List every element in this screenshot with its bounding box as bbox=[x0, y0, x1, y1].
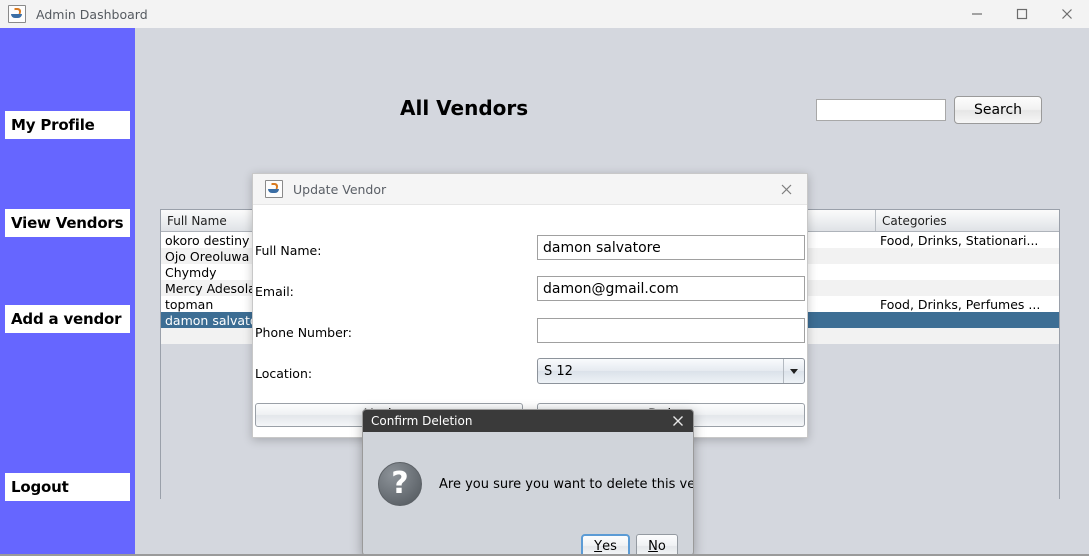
close-icon[interactable] bbox=[765, 174, 807, 204]
maximize-icon[interactable] bbox=[999, 0, 1044, 28]
confirm-deletion-dialog: Confirm Deletion ? Are you sure you want… bbox=[362, 409, 694, 556]
sidebar-item-label: Add a vendor bbox=[11, 310, 122, 328]
update-dialog-title: Update Vendor bbox=[293, 181, 387, 197]
cell-categories bbox=[876, 248, 1059, 264]
update-dialog-titlebar: Update Vendor bbox=[253, 174, 807, 205]
phone-number-field[interactable] bbox=[537, 318, 805, 343]
confirm-dialog-message: Are you sure you want to delete this ven… bbox=[439, 477, 693, 492]
java-coffee-cup-icon bbox=[265, 180, 283, 198]
full-name-label: Full Name: bbox=[255, 243, 322, 258]
location-label: Location: bbox=[255, 366, 313, 381]
cell-categories bbox=[876, 312, 1059, 328]
java-coffee-cup-icon bbox=[8, 5, 26, 23]
window-controls bbox=[954, 0, 1089, 28]
close-icon[interactable] bbox=[1044, 0, 1089, 28]
location-dropdown[interactable]: S 12 bbox=[537, 358, 805, 384]
column-header-categories[interactable]: Categories bbox=[876, 210, 1059, 231]
yes-button-label: es bbox=[602, 538, 617, 554]
app-window: Admin Dashboard My Profile View Vendors … bbox=[0, 0, 1089, 556]
no-button-mnemonic: N bbox=[648, 538, 658, 554]
location-selected-value: S 12 bbox=[544, 363, 573, 379]
full-name-field[interactable] bbox=[537, 235, 805, 260]
confirm-dialog-title: Confirm Deletion bbox=[371, 414, 473, 428]
phone-number-label: Phone Number: bbox=[255, 325, 352, 340]
confirm-dialog-body: ? Are you sure you want to delete this v… bbox=[363, 432, 693, 555]
sidebar: My Profile View Vendors Add a vendor Log… bbox=[0, 28, 135, 556]
email-field[interactable] bbox=[537, 276, 805, 301]
minimize-icon[interactable] bbox=[954, 0, 999, 28]
search-input[interactable] bbox=[816, 99, 946, 121]
update-dialog-body: Full Name: Email: Phone Number: Location… bbox=[253, 205, 807, 438]
sidebar-item-my-profile[interactable]: My Profile bbox=[5, 111, 130, 139]
sidebar-item-view-vendors[interactable]: View Vendors bbox=[5, 209, 130, 237]
no-button[interactable]: No bbox=[636, 534, 678, 555]
cell-categories: Food, Drinks, Perfumes ... bbox=[880, 296, 1041, 312]
close-icon[interactable] bbox=[667, 410, 689, 432]
cell-categories bbox=[876, 280, 1059, 296]
yes-button[interactable]: Yes bbox=[581, 534, 630, 555]
window-title: Admin Dashboard bbox=[36, 6, 148, 22]
yes-button-mnemonic: Y bbox=[594, 538, 603, 554]
no-button-label: o bbox=[657, 538, 666, 554]
window-titlebar: Admin Dashboard bbox=[0, 0, 1089, 29]
email-label: Email: bbox=[255, 284, 294, 299]
question-mark-icon: ? bbox=[378, 462, 422, 506]
cell-categories bbox=[876, 264, 1059, 280]
sidebar-item-logout[interactable]: Logout bbox=[5, 473, 130, 501]
search-button[interactable]: Search bbox=[954, 96, 1042, 124]
sidebar-item-label: My Profile bbox=[11, 116, 95, 134]
cell-categories: Food, Drinks, Stationari... bbox=[880, 232, 1039, 248]
sidebar-item-label: View Vendors bbox=[11, 214, 124, 232]
chevron-down-icon[interactable] bbox=[783, 359, 804, 383]
update-vendor-dialog: Update Vendor Full Name: Email: Phone Nu… bbox=[252, 173, 808, 438]
page-title: All Vendors bbox=[400, 96, 529, 120]
sidebar-item-label: Logout bbox=[11, 478, 69, 496]
sidebar-item-add-a-vendor[interactable]: Add a vendor bbox=[5, 305, 130, 333]
confirm-dialog-titlebar: Confirm Deletion bbox=[363, 410, 693, 432]
